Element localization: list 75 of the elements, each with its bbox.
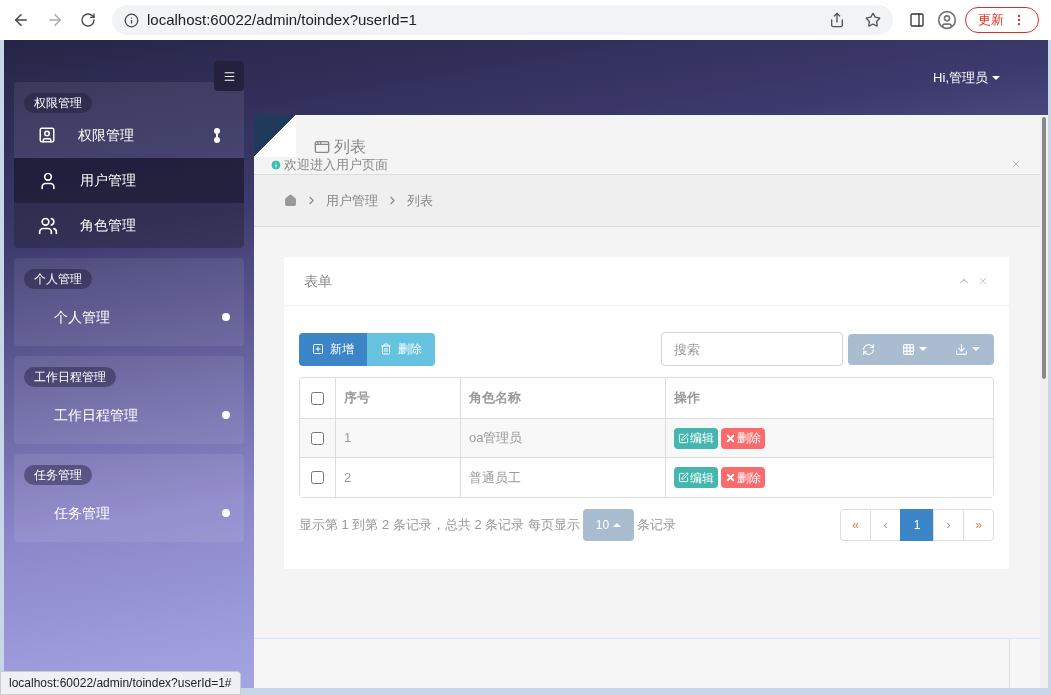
select-all-checkbox[interactable] [311,391,324,405]
sidebar-item[interactable]: 权限管理 [14,115,244,155]
address-bar[interactable]: localhost:60022/admin/toindex?userId=1 [112,5,893,35]
users-icon [38,215,58,236]
menu-icon [222,69,236,83]
edit-button[interactable]: 编辑 [674,467,718,488]
back-icon[interactable] [12,11,30,29]
side-panel-icon[interactable] [909,12,925,28]
url-text: localhost:60022/admin/toindex?userId=1 [147,9,418,30]
group-title: 任务管理 [24,465,92,485]
profile-icon[interactable] [937,10,957,30]
sidebar-subitem[interactable]: 用户管理 [14,158,244,203]
plus-icon [312,343,324,355]
x-icon [725,432,736,444]
reload-icon[interactable] [80,12,96,28]
corner-fold-icon [254,115,296,157]
sidebar-item[interactable]: 个人管理 [14,290,244,344]
card-title: 表单 [304,271,333,291]
table-cell: 普通员工 [461,458,666,497]
page-button[interactable]: 1 [900,509,934,541]
pagination-suffix: 条记录 [637,516,676,535]
edit-button[interactable]: 编辑 [674,427,718,449]
page-button[interactable]: » [963,509,994,541]
remove-button[interactable]: 删除 [721,467,765,488]
trash-icon [380,343,392,355]
window-icon [314,139,330,155]
edit-icon [678,472,689,483]
page-button[interactable]: ‹ [870,509,901,541]
column-header: 序号 [336,378,461,418]
pagination-info: 显示第 1 到第 2 条记录，总共 2 条记录 每页显示 [299,516,580,535]
user-menu[interactable]: Hi,管理员 [933,67,1000,88]
bookmark-star-icon[interactable] [865,12,881,28]
add-button[interactable]: 新增 [299,332,367,366]
sidebar-item[interactable]: 工作日程管理 [14,388,244,442]
group-title: 工作日程管理 [24,367,116,387]
group-title: 个人管理 [24,269,92,289]
caret-icon [992,75,1000,80]
x-icon [725,472,736,483]
edit-icon [678,432,689,444]
info-icon [124,12,139,28]
caret-icon [972,347,981,351]
table-cell: oa管理员 [461,419,666,457]
expanded-indicator-icon [214,127,220,143]
breadcrumb-link[interactable]: 列表 [407,190,433,211]
grid-icon [902,342,916,356]
menu-toggle-button[interactable] [214,61,244,91]
share-icon[interactable] [829,12,845,28]
column-header: 角色名称 [461,378,666,418]
sidebar-item[interactable]: 任务管理 [14,486,244,540]
page-button[interactable]: « [840,509,871,541]
table-cell: 2 [336,458,461,497]
forward-icon[interactable] [46,11,64,29]
user-icon [38,170,58,191]
row-checkbox[interactable] [311,471,324,484]
remove-button[interactable]: 删除 [721,427,765,449]
table-cell: 1 [336,419,461,457]
caret-icon [613,523,622,527]
sidebar-subitem[interactable]: 角色管理 [14,203,244,248]
status-bar: localhost:60022/admin/toindex?userId=1# [0,671,241,695]
column-header: 操作 [673,389,701,408]
group-title: 权限管理 [24,93,92,113]
download-icon [955,342,969,356]
notice-text: 欢迎进入用户页面 [284,156,388,174]
page-size-button[interactable]: 10 [583,509,634,541]
caret-icon [919,347,928,351]
scrollbar[interactable] [1042,117,1046,379]
row-checkbox[interactable] [311,431,324,445]
delete-button[interactable]: 删除 [367,332,435,366]
info-icon [270,158,282,171]
breadcrumb-link[interactable]: 用户管理 [326,190,378,211]
id-card-icon [38,126,56,144]
search-field[interactable]: 搜索 [661,332,843,366]
tab[interactable]: 列表 [314,135,366,159]
page-button[interactable]: › [933,509,964,541]
home-icon[interactable] [284,194,297,207]
